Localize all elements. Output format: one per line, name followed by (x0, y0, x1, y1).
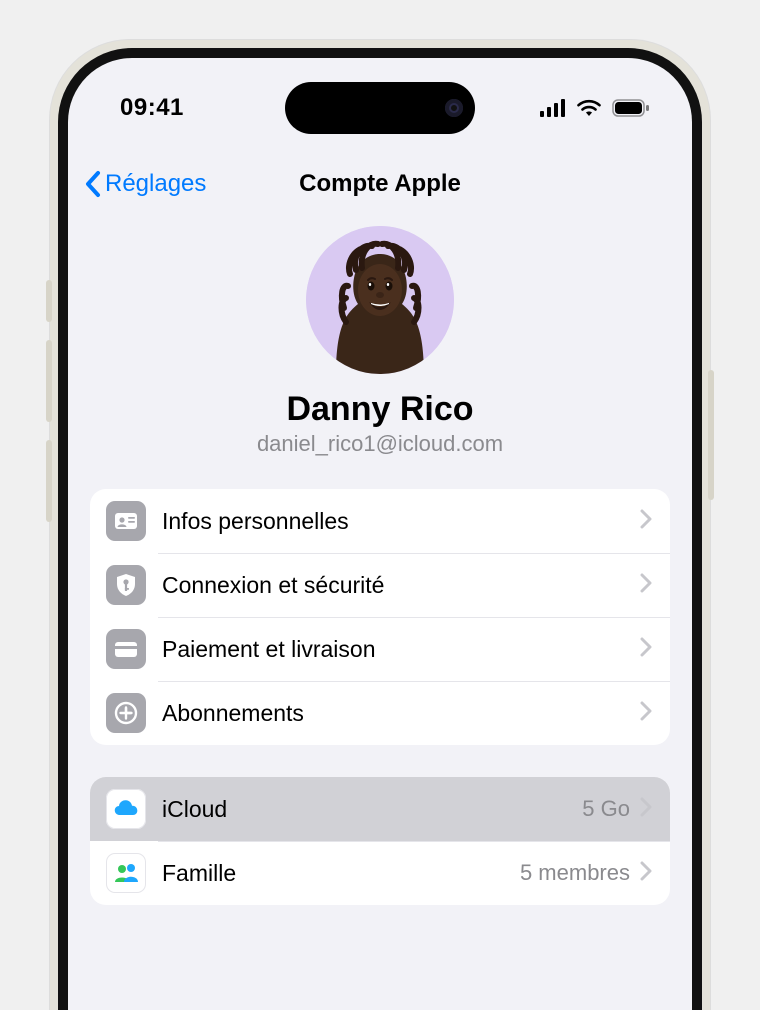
subscriptions-icon (106, 693, 146, 733)
volume-down-button (46, 440, 52, 522)
profile-name: Danny Rico (286, 390, 473, 429)
row-personal-info[interactable]: Infos personnelles (90, 489, 670, 553)
row-label: iCloud (162, 796, 227, 823)
wifi-icon (576, 99, 602, 117)
row-label: Connexion et sécurité (162, 572, 384, 599)
back-button[interactable]: Réglages (84, 170, 206, 198)
avatar[interactable] (306, 226, 454, 374)
settings-group-account: Infos personnelles Connexion et sécurité (90, 489, 670, 745)
family-icon (106, 853, 146, 893)
chevron-right-icon (640, 701, 652, 726)
chevron-right-icon (640, 861, 652, 886)
volume-up-button (46, 340, 52, 422)
row-detail: 5 membres (520, 860, 630, 886)
chevron-left-icon (84, 170, 101, 198)
screen: 09:41 (68, 58, 692, 1010)
row-detail: 5 Go (582, 796, 630, 822)
front-camera (445, 99, 463, 117)
row-label: Abonnements (162, 700, 304, 727)
row-family[interactable]: Famille 5 membres (90, 841, 670, 905)
credit-card-icon (106, 629, 146, 669)
row-payment-shipping[interactable]: Paiement et livraison (90, 617, 670, 681)
mute-switch (46, 280, 52, 322)
shield-key-icon (106, 565, 146, 605)
profile-email: daniel_rico1@icloud.com (257, 431, 503, 457)
id-card-icon (106, 501, 146, 541)
phone-frame: 09:41 (50, 40, 710, 1010)
row-subscriptions[interactable]: Abonnements (90, 681, 670, 745)
chevron-right-icon (640, 509, 652, 534)
chevron-right-icon (640, 637, 652, 662)
power-button (708, 370, 714, 500)
status-time: 09:41 (120, 94, 184, 122)
cellular-icon (540, 99, 566, 117)
row-label: Infos personnelles (162, 508, 349, 535)
row-icloud[interactable]: iCloud 5 Go (90, 777, 670, 841)
dynamic-island (285, 82, 475, 134)
icloud-icon (106, 789, 146, 829)
settings-group-services: iCloud 5 Go (90, 777, 670, 905)
nav-bar: Réglages Compte Apple (68, 156, 692, 212)
row-label: Paiement et livraison (162, 636, 376, 663)
back-label: Réglages (105, 170, 206, 198)
row-label: Famille (162, 860, 236, 887)
chevron-right-icon (640, 573, 652, 598)
chevron-right-icon (640, 797, 652, 822)
battery-icon (612, 99, 650, 117)
row-signin-security[interactable]: Connexion et sécurité (90, 553, 670, 617)
